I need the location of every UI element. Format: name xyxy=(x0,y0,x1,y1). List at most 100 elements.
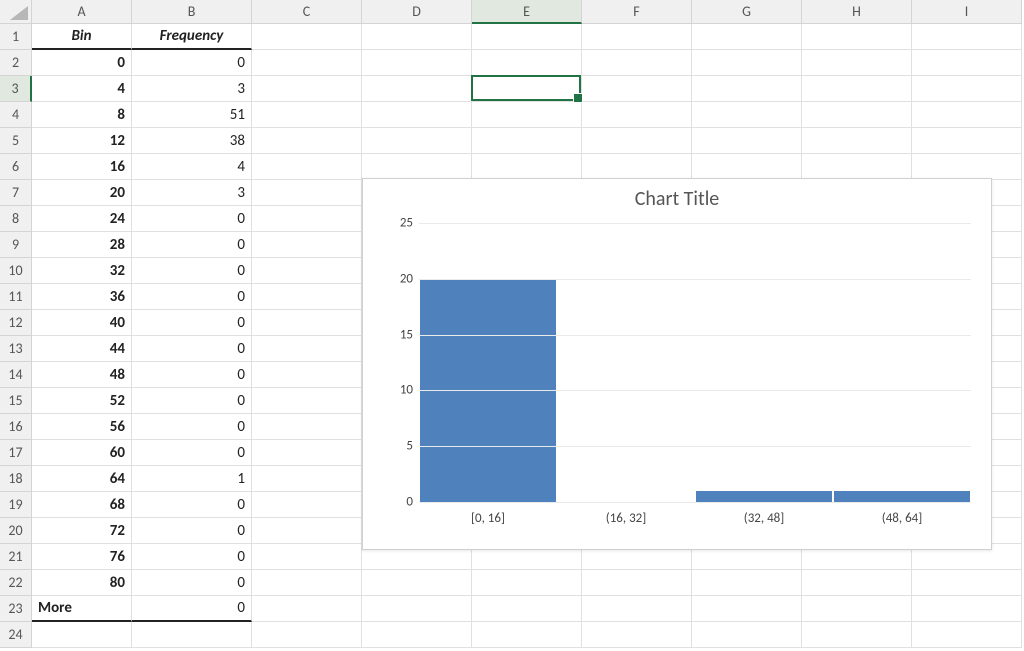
row-header-24[interactable]: 24 xyxy=(0,622,32,648)
cell-C11[interactable] xyxy=(252,284,362,310)
cell-A12[interactable]: 40 xyxy=(32,310,132,336)
row-header-3[interactable]: 3 xyxy=(0,76,32,102)
cell-E23[interactable] xyxy=(472,596,582,622)
cell-C16[interactable] xyxy=(252,414,362,440)
cell-C9[interactable] xyxy=(252,232,362,258)
cell-D6[interactable] xyxy=(362,154,472,180)
row-header-12[interactable]: 12 xyxy=(0,310,32,336)
cell-F22[interactable] xyxy=(582,570,692,596)
cell-H22[interactable] xyxy=(802,570,912,596)
cell-F5[interactable] xyxy=(582,128,692,154)
cell-B22[interactable]: 0 xyxy=(132,570,252,596)
cell-C5[interactable] xyxy=(252,128,362,154)
cell-G4[interactable] xyxy=(692,102,802,128)
cell-B11[interactable]: 0 xyxy=(132,284,252,310)
cell-G22[interactable] xyxy=(692,570,802,596)
cell-C18[interactable] xyxy=(252,466,362,492)
cell-B7[interactable]: 3 xyxy=(132,180,252,206)
row-header-23[interactable]: 23 xyxy=(0,596,32,622)
cell-B15[interactable]: 0 xyxy=(132,388,252,414)
cell-A1[interactable]: Bin xyxy=(32,24,132,50)
embedded-chart[interactable]: Chart Title 0510152025 [0, 16](16, 32](3… xyxy=(362,178,992,550)
row-header-1[interactable]: 1 xyxy=(0,24,32,50)
cell-B5[interactable]: 38 xyxy=(132,128,252,154)
cell-B6[interactable]: 4 xyxy=(132,154,252,180)
cell-E5[interactable] xyxy=(472,128,582,154)
cell-H3[interactable] xyxy=(802,76,912,102)
cell-D5[interactable] xyxy=(362,128,472,154)
cell-E24[interactable] xyxy=(472,622,582,648)
cell-B16[interactable]: 0 xyxy=(132,414,252,440)
cell-F1[interactable] xyxy=(582,24,692,50)
cell-D24[interactable] xyxy=(362,622,472,648)
cell-F3[interactable] xyxy=(582,76,692,102)
cell-H2[interactable] xyxy=(802,50,912,76)
cell-A9[interactable]: 28 xyxy=(32,232,132,258)
row-header-13[interactable]: 13 xyxy=(0,336,32,362)
cell-A22[interactable]: 80 xyxy=(32,570,132,596)
cell-H4[interactable] xyxy=(802,102,912,128)
cell-G3[interactable] xyxy=(692,76,802,102)
cell-F24[interactable] xyxy=(582,622,692,648)
cell-C15[interactable] xyxy=(252,388,362,414)
row-header-7[interactable]: 7 xyxy=(0,180,32,206)
cell-A14[interactable]: 48 xyxy=(32,362,132,388)
cell-D4[interactable] xyxy=(362,102,472,128)
cell-B21[interactable]: 0 xyxy=(132,544,252,570)
cell-G2[interactable] xyxy=(692,50,802,76)
cell-C6[interactable] xyxy=(252,154,362,180)
cell-B3[interactable]: 3 xyxy=(132,76,252,102)
cell-A21[interactable]: 76 xyxy=(32,544,132,570)
cell-I3[interactable] xyxy=(912,76,1022,102)
cell-C24[interactable] xyxy=(252,622,362,648)
cell-A24[interactable] xyxy=(32,622,132,648)
cell-E4[interactable] xyxy=(472,102,582,128)
cell-G23[interactable] xyxy=(692,596,802,622)
cell-B17[interactable]: 0 xyxy=(132,440,252,466)
cell-C2[interactable] xyxy=(252,50,362,76)
cell-C22[interactable] xyxy=(252,570,362,596)
cell-G1[interactable] xyxy=(692,24,802,50)
cell-H5[interactable] xyxy=(802,128,912,154)
chart-bar[interactable] xyxy=(696,491,831,502)
cell-A4[interactable]: 8 xyxy=(32,102,132,128)
cell-C19[interactable] xyxy=(252,492,362,518)
row-header-20[interactable]: 20 xyxy=(0,518,32,544)
cell-C12[interactable] xyxy=(252,310,362,336)
cell-A8[interactable]: 24 xyxy=(32,206,132,232)
cell-A5[interactable]: 12 xyxy=(32,128,132,154)
cell-I23[interactable] xyxy=(912,596,1022,622)
column-header-d[interactable]: D xyxy=(362,0,472,24)
cell-B9[interactable]: 0 xyxy=(132,232,252,258)
row-header-4[interactable]: 4 xyxy=(0,102,32,128)
cell-A11[interactable]: 36 xyxy=(32,284,132,310)
cell-E1[interactable] xyxy=(472,24,582,50)
row-header-15[interactable]: 15 xyxy=(0,388,32,414)
cell-F4[interactable] xyxy=(582,102,692,128)
row-header-9[interactable]: 9 xyxy=(0,232,32,258)
cell-B8[interactable]: 0 xyxy=(132,206,252,232)
select-all-corner[interactable] xyxy=(0,0,32,24)
cell-A6[interactable]: 16 xyxy=(32,154,132,180)
cell-I1[interactable] xyxy=(912,24,1022,50)
cell-F2[interactable] xyxy=(582,50,692,76)
cell-C23[interactable] xyxy=(252,596,362,622)
cell-B4[interactable]: 51 xyxy=(132,102,252,128)
cell-A20[interactable]: 72 xyxy=(32,518,132,544)
cell-I5[interactable] xyxy=(912,128,1022,154)
cell-B18[interactable]: 1 xyxy=(132,466,252,492)
cell-A7[interactable]: 20 xyxy=(32,180,132,206)
cell-B20[interactable]: 0 xyxy=(132,518,252,544)
row-header-19[interactable]: 19 xyxy=(0,492,32,518)
cell-F6[interactable] xyxy=(582,154,692,180)
cell-A13[interactable]: 44 xyxy=(32,336,132,362)
column-header-h[interactable]: H xyxy=(802,0,912,24)
cell-D3[interactable] xyxy=(362,76,472,102)
cell-G6[interactable] xyxy=(692,154,802,180)
cell-C8[interactable] xyxy=(252,206,362,232)
row-header-8[interactable]: 8 xyxy=(0,206,32,232)
row-header-22[interactable]: 22 xyxy=(0,570,32,596)
cell-E22[interactable] xyxy=(472,570,582,596)
cell-E3[interactable] xyxy=(472,76,582,102)
cell-B2[interactable]: 0 xyxy=(132,50,252,76)
